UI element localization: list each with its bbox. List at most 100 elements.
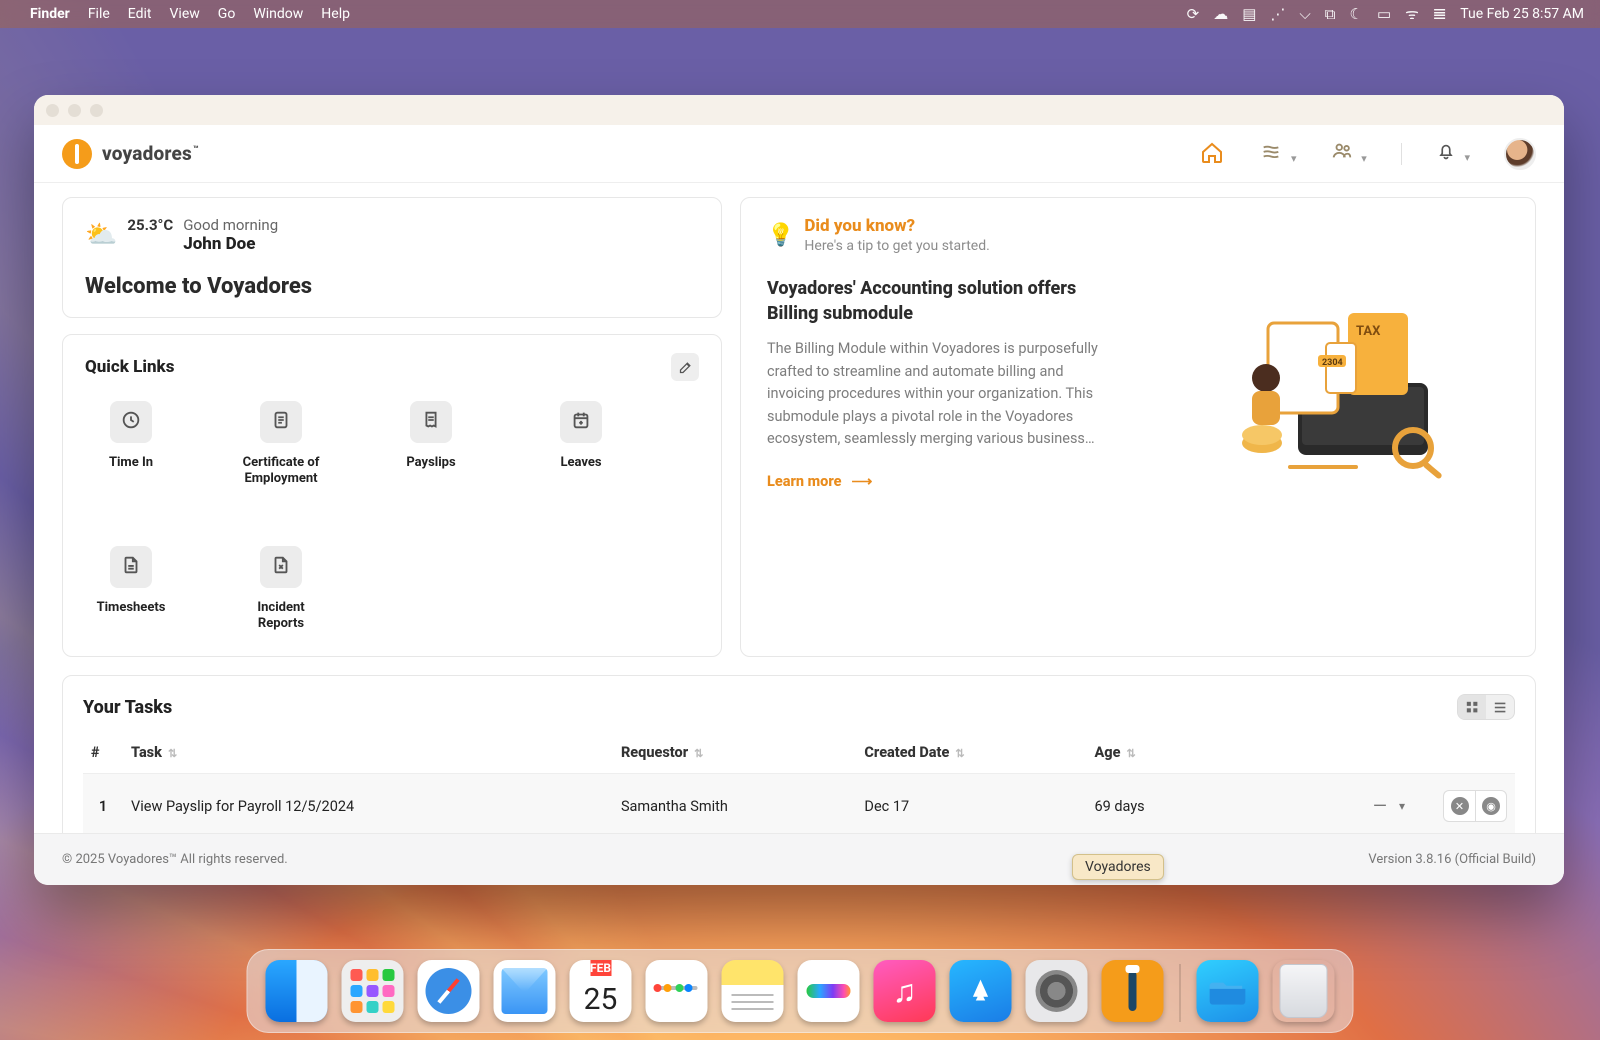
calendar-plus-icon xyxy=(570,409,592,435)
window-close-button[interactable] xyxy=(46,104,59,117)
view-grid-button[interactable] xyxy=(1458,695,1486,719)
user-name: John Doe xyxy=(183,234,278,254)
dock-app-notes[interactable] xyxy=(722,960,784,1022)
tip-body: The Billing Module within Voyadores is p… xyxy=(767,338,1117,450)
row-index: 1 xyxy=(83,774,123,834)
tasks-table: # Task⇅ Requestor⇅ Created Date⇅ Age⇅ 1V… xyxy=(83,734,1515,833)
row-dismiss-button[interactable]: ✕ xyxy=(1443,790,1475,822)
menubar-item-view[interactable]: View xyxy=(170,6,200,22)
row-view-button[interactable]: ◉ xyxy=(1475,790,1507,822)
status-drive-icon[interactable]: ▤ xyxy=(1242,5,1256,23)
row-requestor: Samantha Smith xyxy=(613,774,856,834)
dock-app-downloads[interactable] xyxy=(1197,960,1259,1022)
dock-app-calendar[interactable]: FEB25 xyxy=(570,960,632,1022)
dock-tooltip: Voyadores xyxy=(1072,854,1164,880)
menubar-item-help[interactable]: Help xyxy=(321,6,350,22)
col-age[interactable]: Age⇅ xyxy=(1086,734,1217,774)
tip-heading: Voyadores' Accounting solution offers Bi… xyxy=(767,276,1117,326)
row-status-dropdown[interactable]: ▾ xyxy=(1399,799,1405,813)
dock-app-freeform[interactable] xyxy=(798,960,860,1022)
menubar-item-go[interactable]: Go xyxy=(218,6,236,22)
file-list-icon xyxy=(120,554,142,580)
dock-app-finder[interactable] xyxy=(266,960,328,1022)
eye-icon: ◉ xyxy=(1482,797,1500,815)
tasks-card: Your Tasks # Task⇅ Requestor⇅ Created Da… xyxy=(62,675,1536,833)
menubar-app-name[interactable]: Finder xyxy=(30,6,70,22)
svg-text:TAX: TAX xyxy=(1356,324,1381,339)
receipt-icon xyxy=(420,409,442,435)
quick-link-time-in[interactable]: Time In xyxy=(85,401,177,488)
file-x-icon xyxy=(270,554,292,580)
dock-separator xyxy=(1180,964,1181,1022)
tip-card: 💡 Did you know? Here's a tip to get you … xyxy=(740,197,1536,657)
footer-copyright: © 2025 Voyadores™ All rights reserved. xyxy=(62,852,288,867)
window-titlebar xyxy=(34,95,1564,125)
weather-temp: 25.3°C xyxy=(127,216,173,234)
dock-app-settings[interactable] xyxy=(1026,960,1088,1022)
quick-link-coe[interactable]: Certificate of Employment xyxy=(235,401,327,488)
status-dnd-icon[interactable]: ☾ xyxy=(1350,5,1363,23)
dock-app-mail[interactable] xyxy=(494,960,556,1022)
dock-app-voyadores[interactable] xyxy=(1102,960,1164,1022)
menubar-datetime[interactable]: Tue Feb 25 8:57 AM xyxy=(1460,6,1584,22)
footer-version: Version 3.8.16 (Official Build) xyxy=(1368,852,1536,867)
status-display-icon[interactable]: ⧉ xyxy=(1325,5,1336,23)
learn-more-link[interactable]: Learn more⟶ xyxy=(767,473,872,490)
app-header: voyadores xyxy=(34,125,1564,183)
close-icon: ✕ xyxy=(1451,797,1469,815)
status-sync-icon[interactable]: ⟳ xyxy=(1187,5,1200,23)
nav-people-icon[interactable] xyxy=(1331,140,1367,167)
menubar-item-edit[interactable]: Edit xyxy=(128,6,152,22)
quick-links-title: Quick Links xyxy=(85,357,174,377)
weather-icon: ⛅ xyxy=(85,220,117,250)
status-wifi-icon[interactable]: ᯤ xyxy=(1405,4,1419,24)
dock-app-reminders[interactable] xyxy=(646,960,708,1022)
quick-link-incident[interactable]: Incident Reports xyxy=(235,546,327,633)
user-avatar[interactable] xyxy=(1504,138,1536,170)
table-row: 1View Payslip for Payroll 12/5/2024Saman… xyxy=(83,774,1515,834)
greeting-text: Good morning xyxy=(183,216,278,234)
quick-link-timesheets[interactable]: Timesheets xyxy=(85,546,177,633)
row-age: 69 days xyxy=(1086,774,1217,834)
menubar-menus: Finder File Edit View Go Window Help xyxy=(30,6,350,22)
edit-quick-links-button[interactable] xyxy=(671,353,699,381)
view-list-button[interactable] xyxy=(1486,695,1514,719)
svg-text:2304: 2304 xyxy=(1322,358,1343,368)
quick-links-card: Quick Links Time In Certificate of Emplo xyxy=(62,334,722,657)
status-cloud-icon[interactable]: ☁ xyxy=(1213,5,1228,23)
window-zoom-button[interactable] xyxy=(90,104,103,117)
macos-menubar: Finder File Edit View Go Window Help ⟳ ☁… xyxy=(0,0,1600,28)
col-index[interactable]: # xyxy=(83,734,123,774)
nav-modules-icon[interactable] xyxy=(1260,140,1296,167)
dock-app-launchpad[interactable] xyxy=(342,960,404,1022)
quick-link-payslips[interactable]: Payslips xyxy=(385,401,477,488)
menubar-item-file[interactable]: File xyxy=(88,6,110,22)
arrow-right-icon: ⟶ xyxy=(851,473,872,490)
dock-app-appstore[interactable] xyxy=(950,960,1012,1022)
dock-app-trash[interactable] xyxy=(1273,960,1335,1022)
nav-home-icon[interactable] xyxy=(1200,141,1226,167)
quick-link-leaves[interactable]: Leaves xyxy=(535,401,627,488)
row-created: Dec 17 xyxy=(856,774,1086,834)
status-control-center-icon[interactable]: 𝌆 xyxy=(1433,5,1446,23)
status-bluetooth-icon[interactable]: ⌵ xyxy=(1299,5,1310,23)
col-requestor[interactable]: Requestor⇅ xyxy=(613,734,856,774)
app-window: voyadores ⛅ xyxy=(34,95,1564,885)
clock-icon xyxy=(120,409,142,435)
brand-name: voyadores xyxy=(102,142,198,165)
brand[interactable]: voyadores xyxy=(62,139,198,169)
menubar-item-window[interactable]: Window xyxy=(253,6,303,22)
dock-app-safari[interactable] xyxy=(418,960,480,1022)
dock-app-music[interactable]: ♫ xyxy=(874,960,936,1022)
header-divider xyxy=(1401,143,1402,165)
status-battery-icon[interactable]: ▭ xyxy=(1377,5,1391,23)
col-task[interactable]: Task⇅ xyxy=(123,734,613,774)
welcome-card: ⛅ 25.3°C Good morning John Doe Welcom xyxy=(62,197,722,318)
window-minimize-button[interactable] xyxy=(68,104,81,117)
app-footer: © 2025 Voyadores™ All rights reserved. V… xyxy=(34,833,1564,885)
status-menu-extra-icon[interactable]: ⋰ xyxy=(1270,5,1285,23)
nav-notifications-icon[interactable] xyxy=(1436,141,1470,166)
col-created[interactable]: Created Date⇅ xyxy=(856,734,1086,774)
tasks-title: Your Tasks xyxy=(83,697,172,718)
view-toggle xyxy=(1457,694,1515,720)
